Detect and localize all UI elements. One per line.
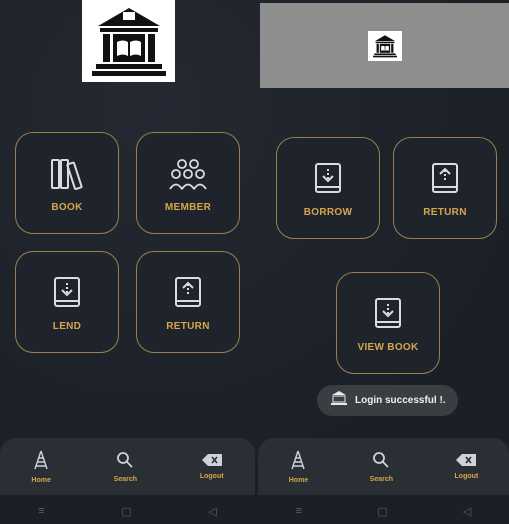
tile-label: LEND [52, 320, 82, 332]
backspace-icon [456, 453, 477, 471]
recents-button[interactable]: ≡ [38, 505, 44, 517]
nav-label: Logout [454, 473, 479, 480]
app-logo-icon [331, 391, 347, 410]
system-nav-right: ≡ ▢ ◁ [258, 498, 509, 524]
toast-message: Login successful !. [355, 395, 446, 406]
nav-logout[interactable]: Logout [454, 453, 479, 480]
system-nav-left: ≡ ▢ ◁ [0, 498, 255, 524]
bottom-nav-right: Home Search Logout [258, 438, 509, 495]
search-icon [116, 451, 134, 474]
member-tile[interactable]: MEMBER [136, 132, 240, 234]
back-button[interactable]: ◁ [463, 505, 471, 518]
library-building-icon [91, 8, 166, 76]
nav-label: Home [288, 476, 309, 484]
nav-label: Home [31, 476, 51, 484]
nav-search[interactable]: Search [370, 451, 393, 483]
view-book-tile[interactable]: VIEW BOOK [336, 272, 440, 374]
members-icon [168, 154, 208, 194]
lend-tile[interactable]: LEND [15, 251, 119, 353]
search-icon [372, 451, 390, 474]
return-tile[interactable]: RETURN [136, 251, 240, 353]
backspace-icon [201, 453, 222, 471]
bottom-nav-left: Home Search Logout [0, 438, 255, 495]
book-tile[interactable]: BOOK [15, 132, 119, 234]
nav-label: Search [369, 475, 394, 483]
tile-label: VIEW BOOK [357, 341, 419, 353]
books-icon [47, 154, 87, 194]
nav-search[interactable]: Search [114, 451, 137, 483]
library-building-icon [372, 34, 397, 57]
book-download-icon [368, 294, 408, 334]
tile-label: RETURN [166, 320, 210, 332]
login-toast: Login successful !. [317, 385, 458, 416]
back-button[interactable]: ◁ [208, 505, 216, 518]
tile-label: BOOK [51, 201, 83, 213]
nav-label: Logout [199, 473, 224, 480]
home-button[interactable]: ▢ [377, 505, 387, 518]
tower-icon [32, 450, 50, 475]
home-button[interactable]: ▢ [121, 505, 131, 518]
tile-label: RETURN [423, 206, 467, 218]
borrow-tile[interactable]: BORROW [276, 137, 380, 239]
return-tile-right[interactable]: RETURN [393, 137, 497, 239]
tile-label: MEMBER [164, 201, 212, 213]
header-bar [260, 3, 509, 88]
recents-button[interactable]: ≡ [296, 505, 302, 517]
library-logo-small [367, 30, 402, 61]
tile-label: BORROW [303, 206, 353, 218]
library-logo [82, 0, 175, 82]
nav-logout[interactable]: Logout [200, 453, 224, 480]
book-upload-icon [425, 159, 465, 199]
tower-icon [289, 450, 307, 475]
nav-home[interactable]: Home [31, 450, 51, 484]
book-upload-icon [168, 273, 208, 313]
book-download-icon [308, 159, 348, 199]
nav-label: Search [113, 475, 138, 483]
nav-home[interactable]: Home [289, 450, 308, 484]
book-download-icon [47, 273, 87, 313]
